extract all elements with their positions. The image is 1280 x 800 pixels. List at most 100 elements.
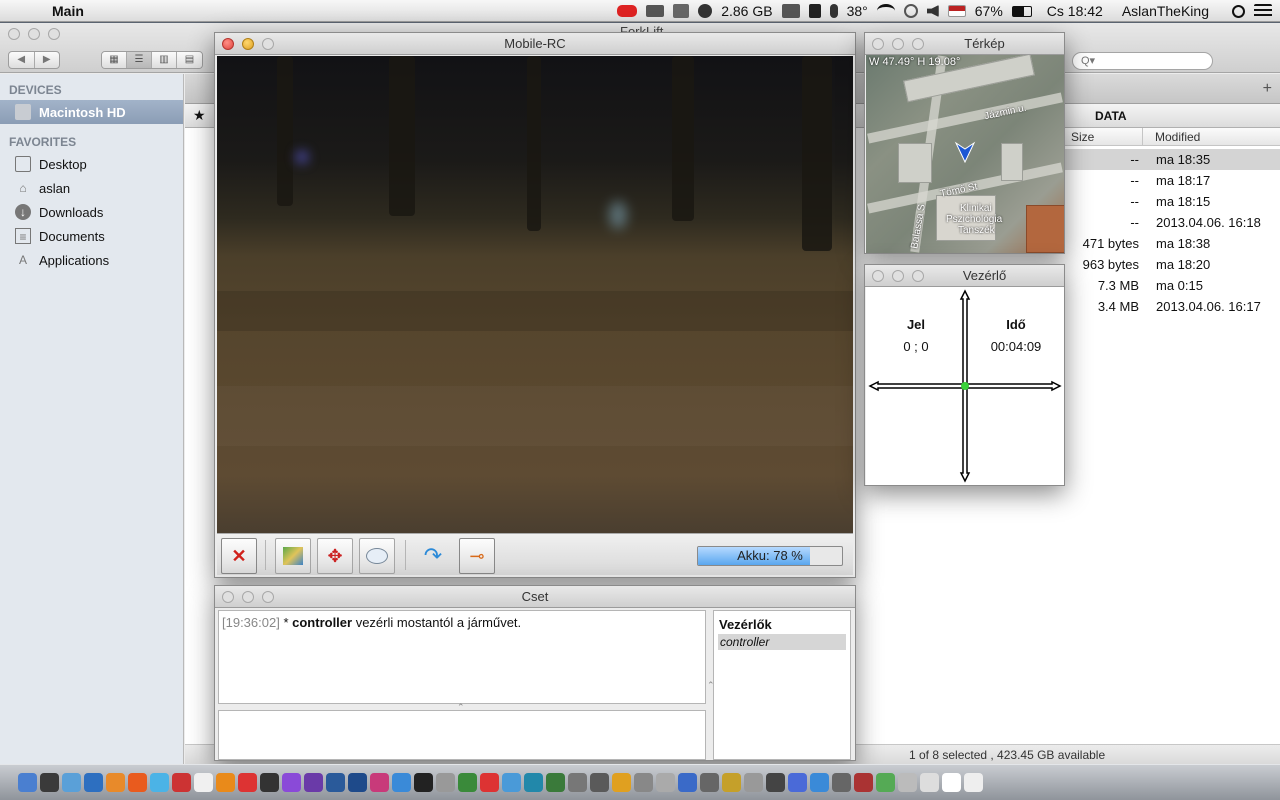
lock-icon[interactable] xyxy=(808,4,821,18)
dock-app-icon[interactable] xyxy=(172,773,191,792)
close-button[interactable] xyxy=(222,38,234,50)
dock-app-icon[interactable] xyxy=(40,773,59,792)
dock-app-icon[interactable] xyxy=(568,773,587,792)
back-arrow-icon[interactable]: ◀ xyxy=(9,52,35,68)
memory-readout[interactable]: 2.86 GB xyxy=(721,3,772,19)
minimize-button[interactable] xyxy=(242,38,254,50)
chat-log[interactable]: [19:36:02] * controller vezérli mostantó… xyxy=(218,610,706,704)
app-menu[interactable]: Main xyxy=(52,3,84,19)
tab-data[interactable]: DATA xyxy=(1095,109,1127,123)
temperature-readout[interactable]: 38° xyxy=(847,3,868,19)
sidebar-item-downloads[interactable]: ↓ Downloads xyxy=(0,200,183,224)
minimize-button[interactable] xyxy=(28,28,40,40)
dock-app-icon[interactable] xyxy=(546,773,565,792)
column-view-icon[interactable]: ▥ xyxy=(152,52,177,68)
dock-app-icon[interactable] xyxy=(194,773,213,792)
dock-app-icon[interactable] xyxy=(700,773,719,792)
dock-app-icon[interactable] xyxy=(150,773,169,792)
minimize-button[interactable] xyxy=(892,38,904,50)
dock-app-icon[interactable] xyxy=(480,773,499,792)
dock-app-icon[interactable] xyxy=(304,773,323,792)
dock-app-icon[interactable] xyxy=(502,773,521,792)
table-row[interactable]: -- ma 18:35 xyxy=(1065,149,1280,170)
wifi-icon[interactable] xyxy=(876,4,895,18)
dock-app-icon[interactable] xyxy=(414,773,433,792)
volume-icon[interactable] xyxy=(926,5,939,17)
dock-app-icon[interactable] xyxy=(634,773,653,792)
close-button[interactable] xyxy=(872,38,884,50)
dock-app-icon[interactable] xyxy=(656,773,675,792)
search-input[interactable]: Q▾ xyxy=(1072,52,1213,70)
sidebar-item-applications[interactable]: A Applications xyxy=(0,248,183,272)
refresh-button[interactable]: ↷ xyxy=(415,538,451,574)
icon-view-icon[interactable]: ▦ xyxy=(102,52,127,68)
dock-app-icon[interactable] xyxy=(744,773,763,792)
table-row[interactable]: 7.3 MB ma 0:15 xyxy=(1065,275,1280,296)
dock-app-icon[interactable] xyxy=(590,773,609,792)
dock-app-icon[interactable] xyxy=(436,773,455,792)
sidebar-item-desktop[interactable]: Desktop xyxy=(0,152,183,176)
notification-center-icon[interactable] xyxy=(1254,4,1272,18)
temperature-icon[interactable] xyxy=(829,4,838,18)
dock-app-icon[interactable] xyxy=(832,773,851,792)
zoom-button[interactable] xyxy=(262,38,274,50)
column-header-size[interactable]: Size xyxy=(1065,128,1143,146)
car-icon[interactable] xyxy=(617,5,638,17)
dock-app-icon[interactable] xyxy=(260,773,279,792)
favorite-star-icon[interactable]: ★ xyxy=(193,107,206,124)
memory-gauge-icon[interactable] xyxy=(698,4,713,18)
dock-app-icon[interactable] xyxy=(964,773,983,792)
dropbox-icon[interactable] xyxy=(673,4,690,18)
monitor-icon[interactable] xyxy=(781,4,800,18)
dock-app-icon[interactable] xyxy=(128,773,147,792)
dock-app-icon[interactable] xyxy=(854,773,873,792)
chat-input[interactable] xyxy=(218,710,706,760)
zoom-button[interactable] xyxy=(912,270,924,282)
dock-app-icon[interactable] xyxy=(18,773,37,792)
flag-icon[interactable] xyxy=(947,5,966,17)
dock-app-icon[interactable] xyxy=(238,773,257,792)
sidebar-item-aslan[interactable]: ⌂ aslan xyxy=(0,176,183,200)
sidebar-item-documents[interactable]: ≡ Documents xyxy=(0,224,183,248)
table-row[interactable]: 3.4 MB 2013.04.06. 16:17 xyxy=(1065,296,1280,317)
dock-app-icon[interactable] xyxy=(678,773,697,792)
dock-app-icon[interactable] xyxy=(524,773,543,792)
table-row[interactable]: -- ma 18:17 xyxy=(1065,170,1280,191)
dock-app-icon[interactable] xyxy=(62,773,81,792)
spotlight-icon[interactable] xyxy=(1232,4,1245,18)
zoom-button[interactable] xyxy=(262,591,274,603)
dock-app-icon[interactable] xyxy=(348,773,367,792)
dock-app-icon[interactable] xyxy=(942,773,961,792)
battery-icon[interactable] xyxy=(1011,5,1032,17)
minimize-button[interactable] xyxy=(242,591,254,603)
table-row[interactable]: 471 bytes ma 18:38 xyxy=(1065,233,1280,254)
dock-app-icon[interactable] xyxy=(84,773,103,792)
dock-app-icon[interactable] xyxy=(106,773,125,792)
map-button[interactable] xyxy=(275,538,311,574)
chat-button[interactable] xyxy=(359,538,395,574)
battery-percent[interactable]: 67% xyxy=(975,3,1003,19)
bridge-icon[interactable] xyxy=(646,5,665,17)
joystick-position-dot[interactable] xyxy=(961,382,969,390)
dock-app-icon[interactable] xyxy=(612,773,631,792)
close-button[interactable] xyxy=(222,591,234,603)
user-name[interactable]: AslanTheKing xyxy=(1122,3,1209,19)
dock-app-icon[interactable] xyxy=(766,773,785,792)
zoom-button[interactable] xyxy=(48,28,60,40)
horn-button[interactable]: ⊸ xyxy=(459,538,495,574)
dock-app-icon[interactable] xyxy=(898,773,917,792)
satellite-map[interactable]: W 47.49° H 19.08° Jázmin u. Tömő St Bala… xyxy=(866,55,1064,253)
table-row[interactable]: 963 bytes ma 18:20 xyxy=(1065,254,1280,275)
dock-app-icon[interactable] xyxy=(392,773,411,792)
table-row[interactable]: -- 2013.04.06. 16:18 xyxy=(1065,212,1280,233)
coverflow-view-icon[interactable]: ▤ xyxy=(177,52,202,68)
dock-app-icon[interactable] xyxy=(282,773,301,792)
table-row[interactable]: -- ma 18:15 xyxy=(1065,191,1280,212)
list-view-icon[interactable]: ☰ xyxy=(127,52,152,68)
add-tab-icon[interactable]: + xyxy=(1263,80,1272,98)
control-button[interactable]: ✥ xyxy=(317,538,353,574)
disconnect-button[interactable]: ✕ xyxy=(221,538,257,574)
close-button[interactable] xyxy=(872,270,884,282)
zoom-button[interactable] xyxy=(912,38,924,50)
list-item[interactable]: controller xyxy=(718,634,846,650)
